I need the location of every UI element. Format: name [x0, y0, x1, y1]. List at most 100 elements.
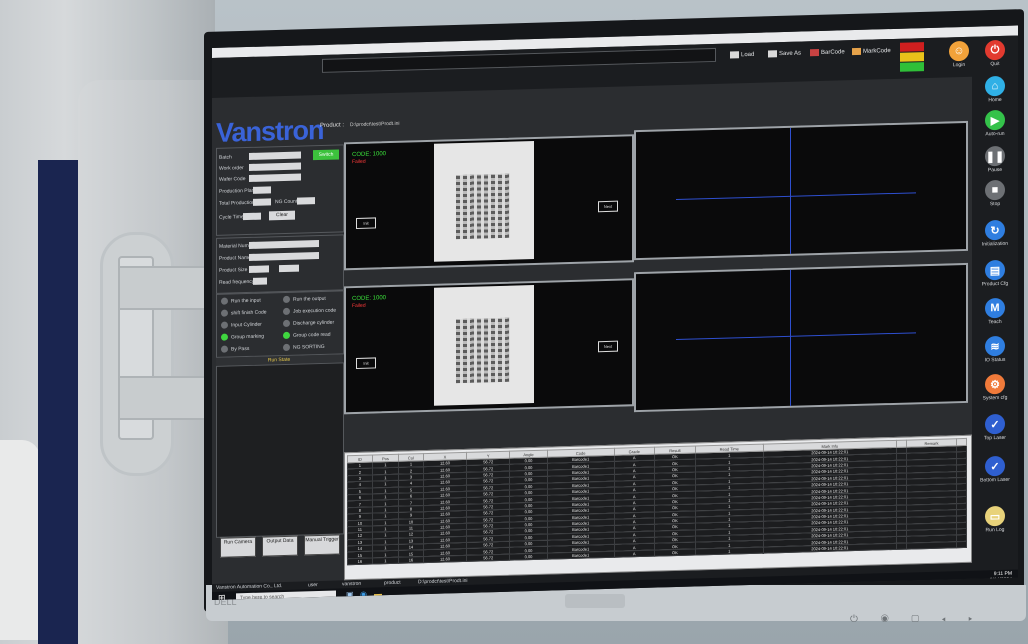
run-log-icon: ▭ [985, 505, 1005, 527]
read-frequency-input[interactable] [253, 277, 267, 285]
load-button[interactable]: Load [730, 51, 754, 59]
sidebar-button-label: Login [952, 61, 966, 69]
io-indicator: Input Cylinder [221, 321, 262, 329]
output-data-button[interactable]: Output Data [262, 535, 298, 557]
save-as-icon [768, 50, 777, 58]
io-status-dot [221, 321, 228, 329]
run-state-log [216, 362, 344, 538]
barcode-button[interactable]: BarCode [810, 48, 845, 57]
clear-button[interactable]: Clear [269, 210, 295, 221]
work-order-input[interactable] [249, 162, 301, 171]
field-label: Read frequency [219, 278, 255, 286]
camera-1-left-box: Init [356, 217, 376, 229]
io-status-dot [283, 307, 290, 316]
red-light [900, 42, 924, 52]
io-label: shift finish Code [231, 308, 267, 316]
sidebar-button-home[interactable]: ⌂ Home [978, 75, 1012, 104]
manual-trigger-button[interactable]: Manual Trigger [304, 534, 340, 556]
production-plan-input[interactable] [253, 186, 271, 194]
product-size-y-input[interactable] [279, 264, 299, 273]
bottom-button-group: Run Camera Output Data Manual Trigger [216, 534, 342, 558]
product-name-input[interactable] [249, 252, 319, 261]
sidebar-button-label: IO Status [984, 356, 1006, 364]
io-label: Group code read [293, 331, 331, 339]
switch-button[interactable]: Switch [313, 149, 339, 161]
monitor-logo [565, 594, 625, 608]
product-size-x-input[interactable] [249, 265, 269, 273]
wafer-code-input[interactable] [249, 173, 301, 182]
sidebar-button-label: Initialization [981, 240, 1009, 248]
refresh-icon: ↻ [985, 219, 1005, 241]
io-status-dot [283, 331, 290, 340]
sidebar-button-stop[interactable]: ■ Stop [978, 179, 1012, 208]
camera-1-code-result: CODE: 1000 [352, 151, 387, 159]
camera-view-2: CODE: 1000 Failed Init Next [344, 278, 634, 415]
io-label: Discharge cylinder [293, 319, 335, 327]
sidebar-button-initialization[interactable]: ↻ Initialization [978, 219, 1012, 248]
sidebar-button-quit[interactable]: ⏻ Quit [978, 39, 1012, 68]
save-as-button[interactable]: Save As [768, 50, 801, 58]
table-cell: 1 [695, 546, 764, 556]
total-production-input[interactable] [253, 198, 271, 206]
sidebar-button-teach[interactable]: M Teach [978, 297, 1012, 326]
io-indicator: Job execution code [283, 307, 336, 316]
io-status-dot [221, 309, 228, 317]
field-label: Cycle Time [219, 214, 244, 221]
sidebar-button-label: Top Laser [984, 434, 1006, 442]
machine-frame [38, 160, 78, 644]
sidebar-button-label: Stop [989, 200, 1001, 208]
sidebar-button-bottom-laser[interactable]: ✓ Bottom Laser [978, 455, 1012, 484]
ng-count-input[interactable] [297, 197, 315, 205]
io-status-dot [283, 343, 290, 352]
camera-2-code-result: CODE: 1000 [352, 295, 387, 303]
cycle-time-input[interactable] [243, 212, 261, 221]
play-icon: ▶ [985, 109, 1005, 131]
sidebar-button-system-cfg[interactable]: ⚙ System cfg [978, 373, 1012, 402]
crosshair-vertical [790, 127, 791, 254]
run-camera-button[interactable]: Run Camera [220, 536, 256, 558]
monitor-control-buttons[interactable]: ⏻ ◉ ▢ ◂ ▸ [850, 614, 982, 625]
io-indicator: shift finish Code [221, 308, 267, 317]
field-label: Total Production [219, 199, 255, 207]
sidebar-button-label: Run Log [985, 526, 1005, 534]
sidebar-button-io-status[interactable]: ≋ IO Status [978, 335, 1012, 364]
table-cell: 12.60 [423, 555, 467, 563]
table-body: 1 1 1 12.60 56.72 0.00 Barcode1 A OK 1 2024-09-14 … [347, 445, 967, 565]
table-cell: OK [654, 548, 696, 557]
system-config-icon: ⚙ [985, 373, 1005, 395]
yellow-light [900, 52, 924, 62]
io-status-dot [221, 345, 228, 353]
field-label: Product Name [219, 254, 251, 262]
io-indicator: Discharge cylinder [283, 319, 335, 328]
sidebar-button-label: Bottom Laser [980, 476, 1010, 484]
datamatrix-overlay [456, 173, 510, 240]
sidebar-button-label: System cfg [982, 394, 1008, 402]
datamatrix-image-2 [434, 285, 534, 406]
sidebar-button-top-laser[interactable]: ✓ Top Laser [978, 413, 1012, 442]
product-info-form: Material Number Product Name Product Siz… [216, 234, 344, 294]
camera-2-left-box: Init [356, 357, 376, 369]
batch-input[interactable] [249, 151, 301, 160]
home-icon: ⌂ [985, 75, 1005, 97]
field-label: Batch [219, 154, 232, 161]
sidebar-button-label: Auto-run [985, 130, 1005, 138]
datamatrix-image-1 [434, 141, 534, 262]
material-number-input[interactable] [249, 240, 319, 249]
results-grid: ID Pos Col X Y Angle Code Grade Result Read Time M… [347, 438, 967, 566]
io-status-dot [221, 333, 228, 341]
markcode-button[interactable]: MarkCode [852, 47, 891, 56]
production-form: Switch Batch Work order Wafer Code Produ… [216, 144, 344, 236]
sidebar-button-run-log[interactable]: ▭ Run Log [978, 505, 1012, 534]
sidebar-button-label: Home [988, 96, 1002, 104]
crosshair-vertical [790, 269, 791, 406]
io-status-dot [221, 297, 228, 305]
status-user-label: user [308, 582, 318, 589]
io-indicator: NG SORTING [283, 343, 325, 352]
sidebar-button-pause[interactable]: ❚❚ Pause [978, 145, 1012, 174]
camera-2-right-box: Next [598, 340, 618, 353]
sidebar-button-login[interactable]: ☺ Login [942, 40, 976, 69]
teach-icon: M [985, 297, 1005, 319]
windows-start-icon[interactable]: ⊞ [218, 593, 226, 600]
sidebar-button-auto-run[interactable]: ▶ Auto-run [978, 109, 1012, 138]
sidebar-button-product-cfg[interactable]: ▤ Product Cfg [978, 259, 1012, 288]
